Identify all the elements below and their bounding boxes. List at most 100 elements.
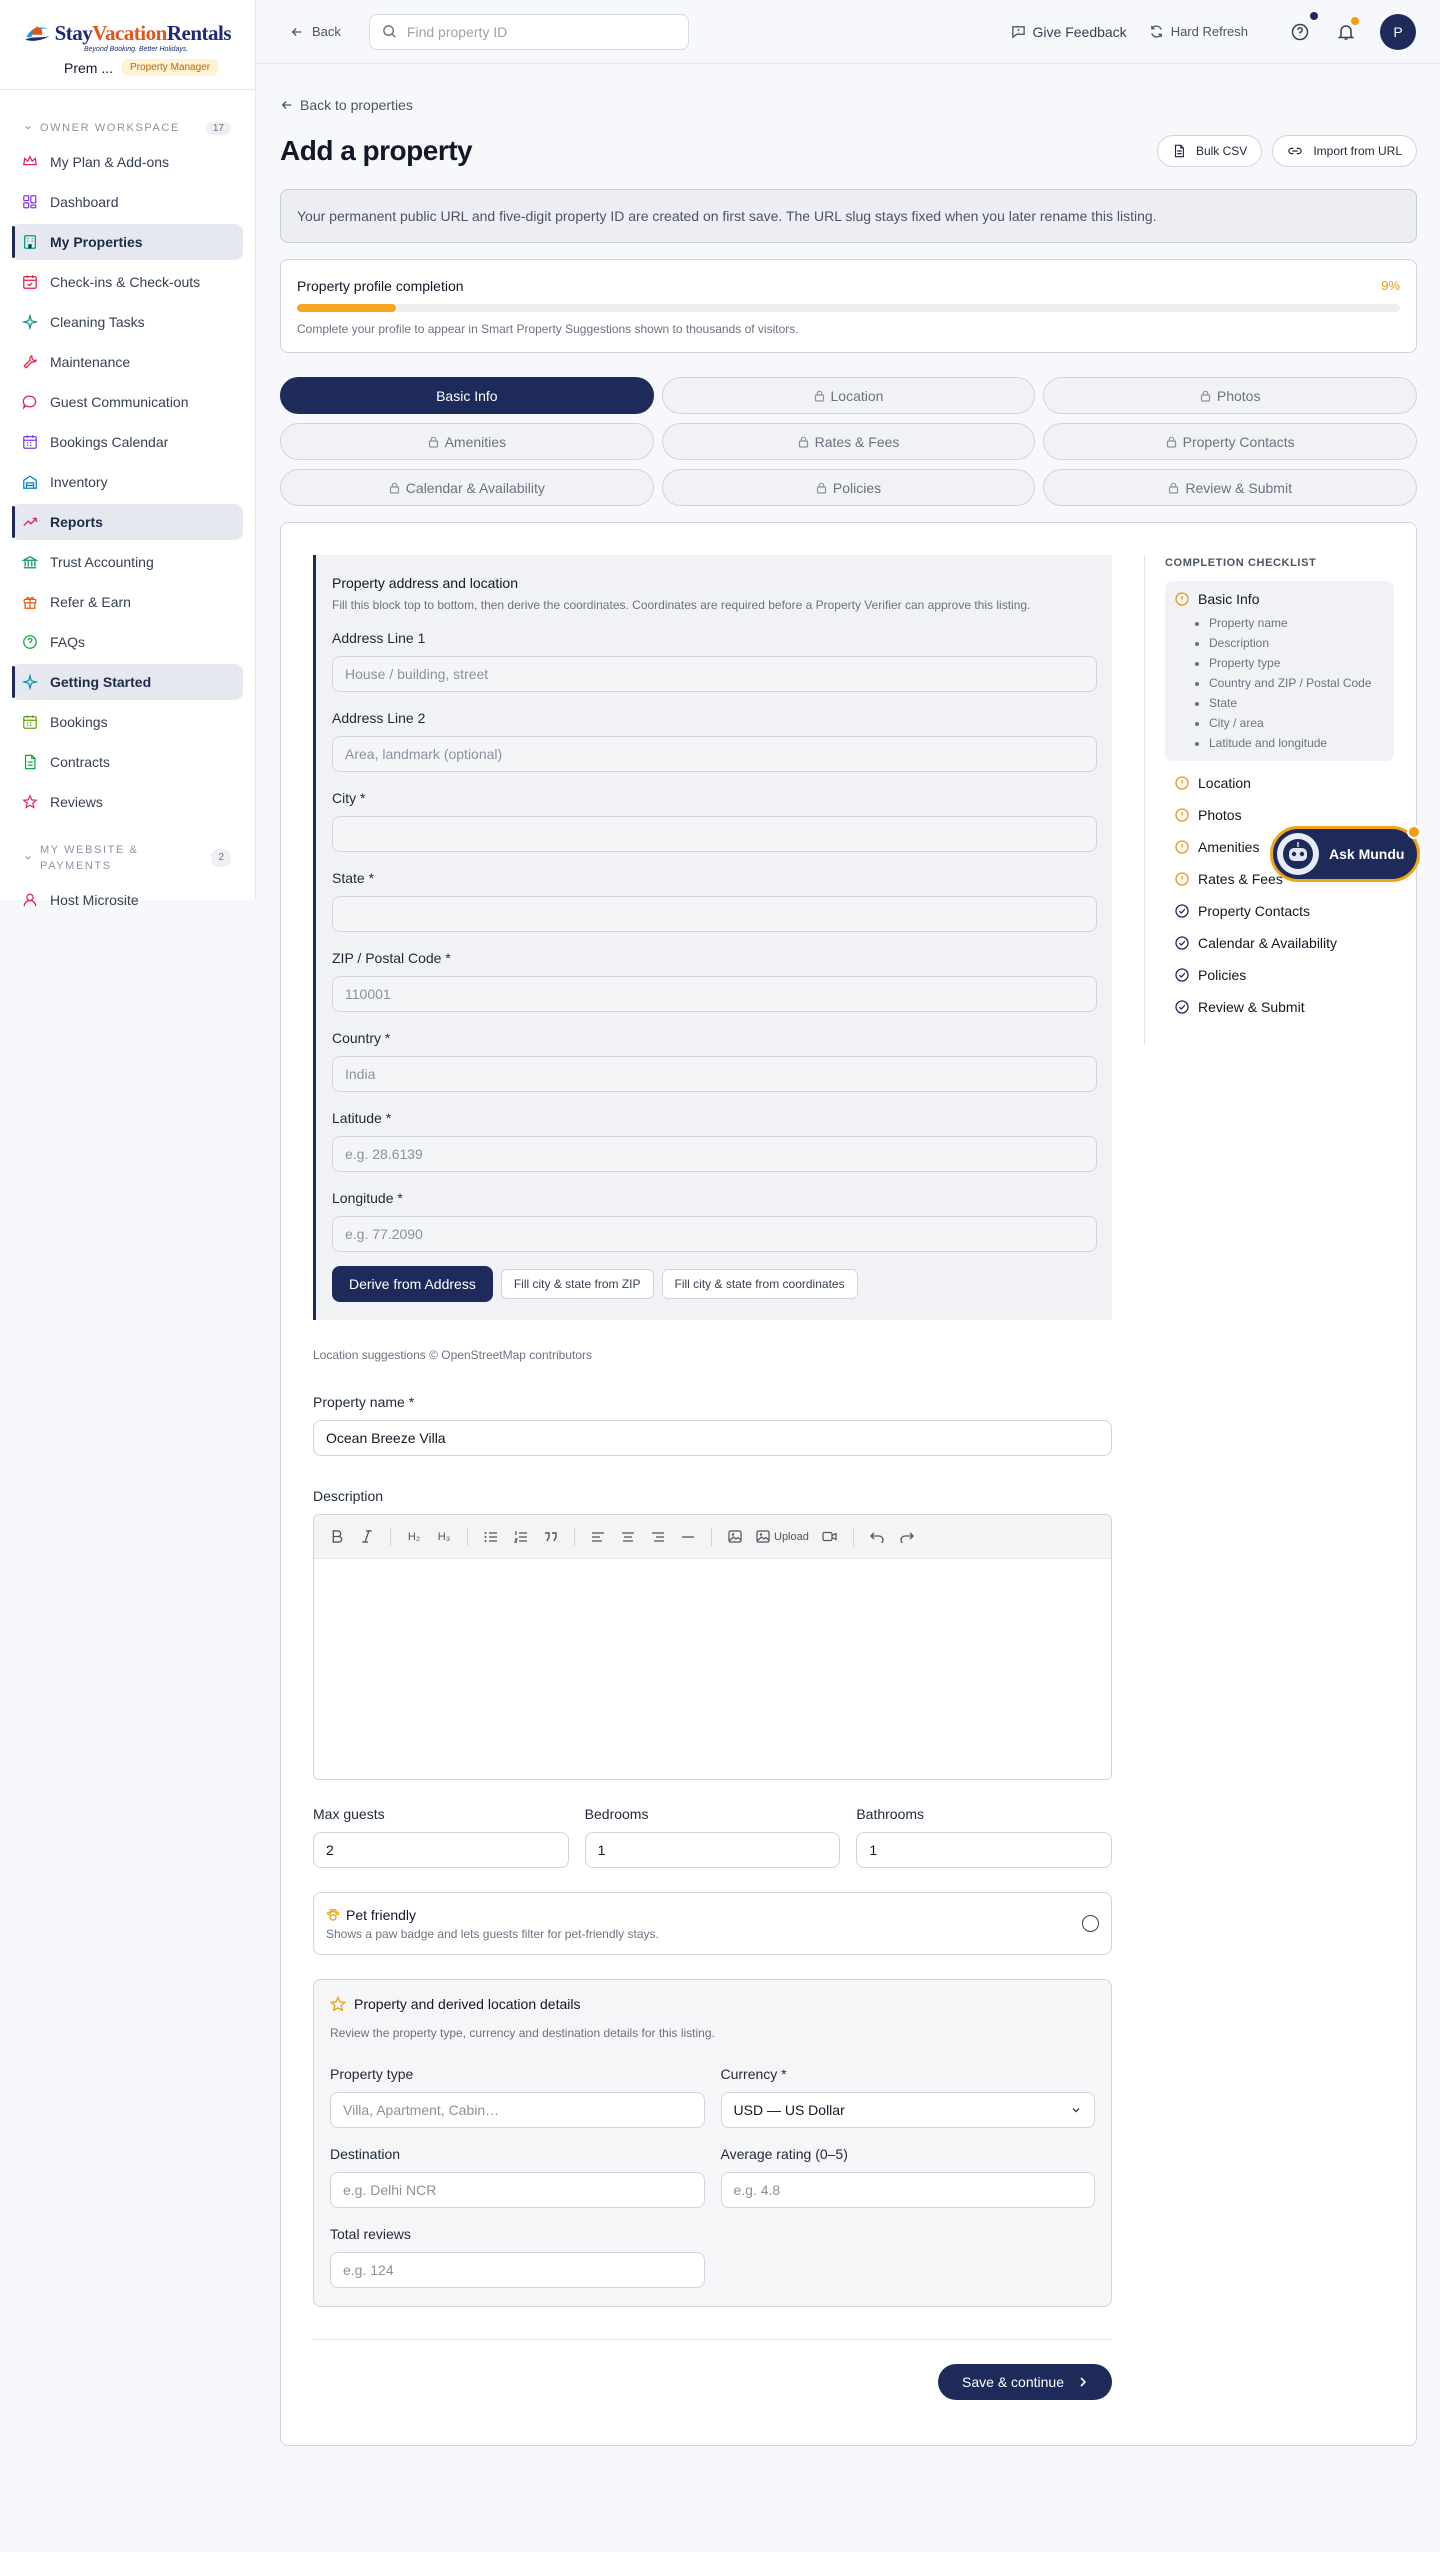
logo[interactable]: StayVacationRentals (24, 18, 232, 48)
numbered-list-icon[interactable] (508, 1523, 534, 1551)
address-field-input-address-line-1[interactable] (332, 656, 1097, 692)
sidebar-item-guest-communication[interactable]: Guest Communication (12, 384, 243, 420)
bank-icon (22, 554, 38, 570)
tab-basic-info[interactable]: Basic Info (280, 377, 654, 414)
sidebar-item-reports[interactable]: Reports (12, 504, 243, 540)
search-input[interactable] (406, 23, 676, 40)
address-field-input-country[interactable] (332, 1056, 1097, 1092)
checklist-item-policies[interactable]: Policies (1165, 959, 1394, 991)
user-row[interactable]: Prem ... Property Manager (24, 59, 231, 76)
address-field-input-latitude[interactable] (332, 1136, 1097, 1172)
sidebar-item-bookings[interactable]: Bookings (12, 704, 243, 740)
help-button[interactable] (1288, 11, 1318, 44)
italic-icon[interactable] (354, 1523, 380, 1551)
tab-photos[interactable]: Photos (1043, 377, 1417, 414)
checklist-active-step[interactable]: Basic Info Property nameDescriptionPrope… (1165, 581, 1394, 761)
fill-from-coordinates-button[interactable]: Fill city & state from coordinates (661, 1269, 858, 1299)
tab-location[interactable]: Location (661, 377, 1036, 414)
avatar[interactable]: P (1380, 13, 1416, 50)
sidebar-item-label: Refer & Earn (50, 594, 131, 610)
checklist-item-calendar-availability[interactable]: Calendar & Availability (1165, 927, 1394, 959)
heading3-icon[interactable]: H₃ (431, 1523, 457, 1551)
search-box[interactable] (368, 13, 689, 50)
video-icon[interactable] (817, 1523, 843, 1551)
derive-from-address-button[interactable]: Derive from Address (332, 1266, 493, 1302)
save-continue-button[interactable]: Save & continue (938, 2364, 1112, 2400)
sidebar-item-getting-started[interactable]: Getting Started (12, 664, 243, 700)
nav-list: My Plan & Add-ons Dashboard My Properties C… (0, 144, 255, 820)
tab-property-contacts[interactable]: Property Contacts (1043, 423, 1417, 460)
tab-label: Calendar & Availability (405, 479, 545, 496)
completion-checklist: COMPLETION CHECKLIST Basic Info Property… (1144, 555, 1394, 1045)
tab-amenities[interactable]: Amenities (280, 423, 654, 460)
align-right-icon[interactable] (645, 1523, 671, 1551)
back-to-properties-link[interactable]: Back to properties (280, 95, 1417, 115)
pet-friendly-title: Pet friendly (346, 1906, 417, 1923)
sidebar-item-my-plan-add-ons[interactable]: My Plan & Add-ons (12, 144, 243, 180)
checklist-item-property-contacts[interactable]: Property Contacts (1165, 895, 1394, 927)
sidebar-item-contracts[interactable]: Contracts (12, 744, 243, 780)
give-feedback-button[interactable]: Give Feedback (1011, 24, 1127, 40)
property-type-input[interactable] (330, 2092, 705, 2128)
upload-image-button[interactable]: Upload (752, 1523, 813, 1551)
sidebar-item-check-ins-check-outs[interactable]: Check-ins & Check-outs (12, 264, 243, 300)
notifications-button[interactable] (1334, 16, 1359, 44)
checklist-item-location[interactable]: Location (1165, 767, 1394, 799)
ask-mundu-button[interactable]: Ask Mundu (1270, 825, 1421, 882)
bullet-list-icon[interactable] (478, 1523, 504, 1551)
back-button[interactable]: Back (280, 16, 353, 48)
sidebar-item-inventory[interactable]: Inventory (12, 464, 243, 500)
checklist-subitem: State (1209, 693, 1384, 713)
tab-review-submit[interactable]: Review & Submit (1043, 469, 1417, 506)
toolbar-divider (574, 1527, 575, 1546)
section-website-payments[interactable]: MY WEBSITE & PAYMENTS 2 (0, 842, 255, 874)
sidebar-item-trust-accounting[interactable]: Trust Accounting (12, 544, 243, 580)
address-field-input-state[interactable] (332, 896, 1097, 932)
sidebar-item-faqs[interactable]: FAQs (12, 624, 243, 660)
title-row: Add a property Bulk CSV Import from URL (280, 133, 1417, 169)
heading2-icon[interactable]: H₂ (401, 1523, 427, 1551)
redo-icon[interactable] (894, 1523, 920, 1551)
address-field-input-city[interactable] (332, 816, 1097, 852)
max-guests-input[interactable] (313, 1832, 569, 1868)
undo-icon[interactable] (864, 1523, 890, 1551)
bold-icon[interactable] (324, 1523, 350, 1551)
sidebar-item-dashboard[interactable]: Dashboard (12, 184, 243, 220)
logo-text: StayVacationRentals (54, 20, 232, 45)
checklist-item-review-submit[interactable]: Review & Submit (1165, 991, 1394, 1023)
destination-input[interactable] (330, 2172, 705, 2208)
sidebar-item-refer-earn[interactable]: Refer & Earn (12, 584, 243, 620)
pet-friendly-toggle[interactable] (1082, 1915, 1099, 1932)
address-field-input-address-line-2[interactable] (332, 736, 1097, 772)
align-left-icon[interactable] (585, 1523, 611, 1551)
tab-calendar-availability[interactable]: Calendar & Availability (280, 469, 654, 506)
total-reviews-input[interactable] (330, 2252, 705, 2288)
pet-friendly-card[interactable]: Pet friendly Shows a paw badge and lets … (313, 1892, 1112, 1955)
bedrooms-input[interactable] (584, 1832, 841, 1868)
address-field-input-zip-postal-code[interactable] (332, 976, 1097, 1012)
sidebar-item-bookings-calendar[interactable]: Bookings Calendar (12, 424, 243, 460)
horizontal-rule-icon[interactable] (675, 1523, 701, 1551)
tab-rates-fees[interactable]: Rates & Fees (661, 423, 1036, 460)
sidebar-item-host-microsite[interactable]: Host Microsite (12, 882, 243, 918)
average-rating-input[interactable] (720, 2172, 1095, 2208)
import-url-button[interactable]: Import from URL (1272, 135, 1417, 167)
section-owner-workspace[interactable]: OWNER WORKSPACE 17 (0, 118, 255, 138)
bulk-csv-button[interactable]: Bulk CSV (1156, 135, 1263, 167)
sidebar-item-my-properties[interactable]: My Properties (12, 224, 243, 260)
description-textarea[interactable] (314, 1559, 1111, 1779)
image-icon[interactable] (722, 1523, 748, 1551)
fill-from-zip-button[interactable]: Fill city & state from ZIP (500, 1269, 654, 1299)
property-name-input[interactable] (313, 1420, 1112, 1456)
sidebar-item-cleaning-tasks[interactable]: Cleaning Tasks (12, 304, 243, 340)
quote-icon[interactable] (538, 1523, 564, 1551)
sidebar-item-maintenance[interactable]: Maintenance (12, 344, 243, 380)
address-field-input-longitude[interactable] (332, 1216, 1097, 1252)
hard-refresh-button[interactable]: Hard Refresh (1149, 24, 1248, 39)
currency-select[interactable]: USD — US Dollar (720, 2092, 1095, 2128)
align-center-icon[interactable] (615, 1523, 641, 1551)
sidebar-item-reviews[interactable]: Reviews (12, 784, 243, 820)
bathrooms-input[interactable] (856, 1832, 1112, 1868)
back-label: Back (312, 24, 341, 39)
tab-policies[interactable]: Policies (661, 469, 1036, 506)
